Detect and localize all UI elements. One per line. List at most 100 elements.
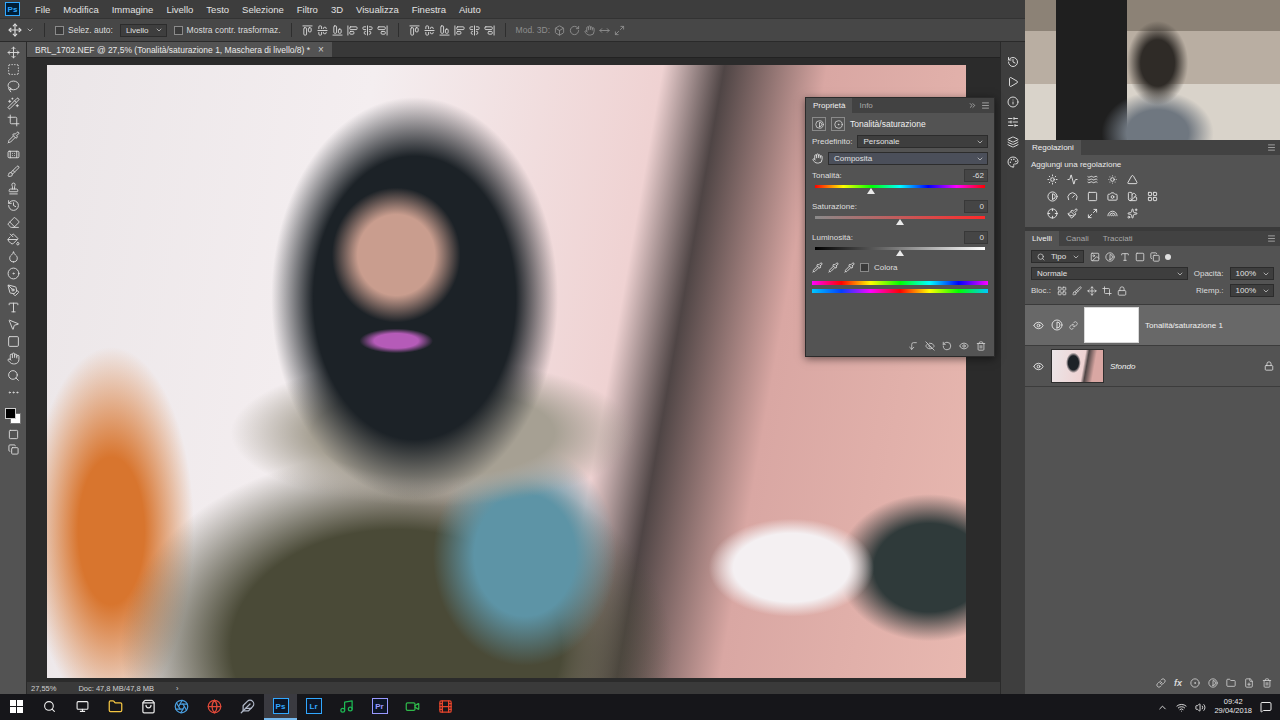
new-adjustment-icon[interactable] — [1208, 678, 1218, 688]
panel-menu-icon[interactable] — [981, 101, 990, 110]
menu-item[interactable]: Modifica — [57, 4, 104, 15]
menu-item[interactable]: Filtro — [291, 4, 324, 15]
type-filter-icon[interactable] — [1120, 252, 1130, 262]
fill-field[interactable]: 100% — [1230, 284, 1274, 297]
shape-filter-icon[interactable] — [1135, 252, 1145, 262]
link-icon[interactable] — [1069, 321, 1078, 330]
align-bottom-icon[interactable] — [332, 25, 343, 36]
slider-value-field[interactable]: 0 — [964, 231, 988, 244]
distribute-top-icon[interactable] — [409, 25, 420, 36]
align-left-icon[interactable] — [347, 25, 358, 36]
add-mask-icon[interactable] — [1190, 678, 1200, 688]
taskbar-app[interactable] — [429, 694, 462, 720]
layer-row[interactable]: Tonalità/saturazione 1 — [1025, 305, 1280, 346]
document-tab[interactable]: BRL_1702.NEF @ 27,5% (Tonalità/saturazio… — [27, 42, 332, 57]
distribute-bottom-icon[interactable] — [439, 25, 450, 36]
mask-frame[interactable] — [831, 117, 845, 131]
panel-tab[interactable]: Regolazioni — [1025, 140, 1081, 155]
panel-tab[interactable]: Proprietà — [806, 98, 852, 113]
color-lookup-icon[interactable] — [1147, 191, 1158, 202]
close-tab-button[interactable]: × — [318, 44, 324, 55]
new-group-icon[interactable] — [1226, 678, 1236, 688]
eyedropper-plus-icon[interactable] — [828, 262, 839, 273]
layer-thumbnail[interactable] — [1051, 349, 1104, 383]
quick-mask-icon[interactable] — [8, 429, 19, 440]
lasso-tool-icon[interactable] — [7, 80, 20, 93]
reset-icon[interactable] — [942, 341, 952, 351]
slide-3d-icon[interactable] — [599, 25, 610, 36]
visibility-toggle[interactable] — [1031, 320, 1045, 331]
show-transform-checkbox[interactable] — [174, 26, 183, 35]
network-icon[interactable] — [1176, 702, 1187, 713]
layer-name[interactable]: Sfondo — [1110, 362, 1258, 371]
lock-transparency-icon[interactable] — [1057, 286, 1067, 296]
brightness-icon[interactable] — [1047, 174, 1058, 185]
taskbar-app[interactable] — [99, 694, 132, 720]
status-menu-arrow[interactable]: › — [176, 684, 179, 693]
align-top-icon[interactable] — [302, 25, 313, 36]
exposure-icon[interactable] — [1107, 174, 1118, 185]
trash-icon[interactable] — [976, 341, 986, 351]
menu-item[interactable]: Immagine — [106, 4, 160, 15]
panel-menu-icon[interactable] — [1267, 234, 1276, 243]
clone-stamp-tool-icon[interactable] — [7, 182, 20, 195]
info-panel-icon[interactable] — [1007, 96, 1019, 108]
zoom-tool-icon[interactable] — [7, 369, 20, 382]
notifications-icon[interactable] — [1260, 701, 1272, 713]
menu-item[interactable]: Testo — [200, 4, 235, 15]
invert-icon[interactable] — [1047, 208, 1058, 219]
show-transform-option[interactable]: Mostra contr. trasformaz. — [174, 25, 281, 35]
align-right-icon[interactable] — [377, 25, 388, 36]
eye-icon[interactable] — [1033, 361, 1044, 372]
foreground-color[interactable] — [5, 408, 16, 419]
vibrance-icon[interactable] — [1127, 174, 1138, 185]
colorize-checkbox[interactable] — [860, 263, 869, 272]
slider-thumb[interactable] — [896, 219, 904, 225]
mask-thumbnail[interactable] — [1084, 307, 1139, 343]
smart-object-filter-icon[interactable] — [1150, 252, 1160, 262]
history-brush-tool-icon[interactable] — [7, 199, 20, 212]
menu-item[interactable]: 3D — [325, 4, 349, 15]
move-tool-icon[interactable] — [8, 23, 22, 37]
opacity-field[interactable]: 100% — [1230, 267, 1274, 280]
volume-icon[interactable] — [1195, 702, 1206, 713]
visibility-toggle[interactable] — [1031, 361, 1045, 372]
history-panel-icon[interactable] — [1007, 56, 1019, 68]
panel-tab[interactable]: Info — [852, 98, 879, 113]
zoom-level[interactable]: 27,55% — [31, 684, 56, 693]
screen-mode-icon[interactable] — [8, 444, 19, 455]
scale-3d-icon[interactable] — [614, 25, 625, 36]
levels-icon[interactable] — [1067, 174, 1078, 185]
selective-color-icon[interactable] — [1127, 208, 1138, 219]
move-tool-icon[interactable] — [7, 46, 20, 59]
hand-tool-icon[interactable] — [7, 352, 20, 365]
start-button[interactable] — [0, 694, 33, 720]
curves-icon[interactable] — [1087, 174, 1098, 185]
color-swatches[interactable] — [4, 407, 22, 425]
clip-to-layer-icon[interactable] — [908, 341, 918, 351]
layers-panel-icon[interactable] — [1007, 136, 1019, 148]
chevron-down-icon[interactable] — [26, 26, 34, 34]
panel-menu-icon[interactable] — [1267, 143, 1276, 152]
adjustments-panel-icon[interactable] — [1007, 116, 1019, 128]
lock-position-icon[interactable] — [1087, 286, 1097, 296]
eye-icon[interactable] — [1033, 320, 1044, 331]
brush-tool-icon[interactable] — [7, 165, 20, 178]
slider-value-field[interactable]: -62 — [964, 169, 988, 182]
slider-track[interactable] — [815, 185, 985, 188]
rotate-3d-icon[interactable] — [554, 25, 565, 36]
menu-item[interactable]: Livello — [160, 4, 199, 15]
slider-track[interactable] — [815, 247, 985, 250]
search-button[interactable] — [33, 694, 66, 720]
photo-filter-icon[interactable] — [1107, 191, 1118, 202]
drag-3d-icon[interactable] — [584, 25, 595, 36]
panel-tab[interactable]: Canali — [1059, 231, 1096, 246]
task-view-button[interactable] — [66, 694, 99, 720]
type-tool-icon[interactable] — [7, 301, 20, 314]
eyedropper-minus-icon[interactable] — [844, 262, 855, 273]
distribute-right-icon[interactable] — [484, 25, 495, 36]
eraser-tool-icon[interactable] — [7, 216, 20, 229]
slider-thumb[interactable] — [867, 188, 875, 194]
blur-tool-icon[interactable] — [7, 250, 20, 263]
taskbar-app[interactable] — [198, 694, 231, 720]
